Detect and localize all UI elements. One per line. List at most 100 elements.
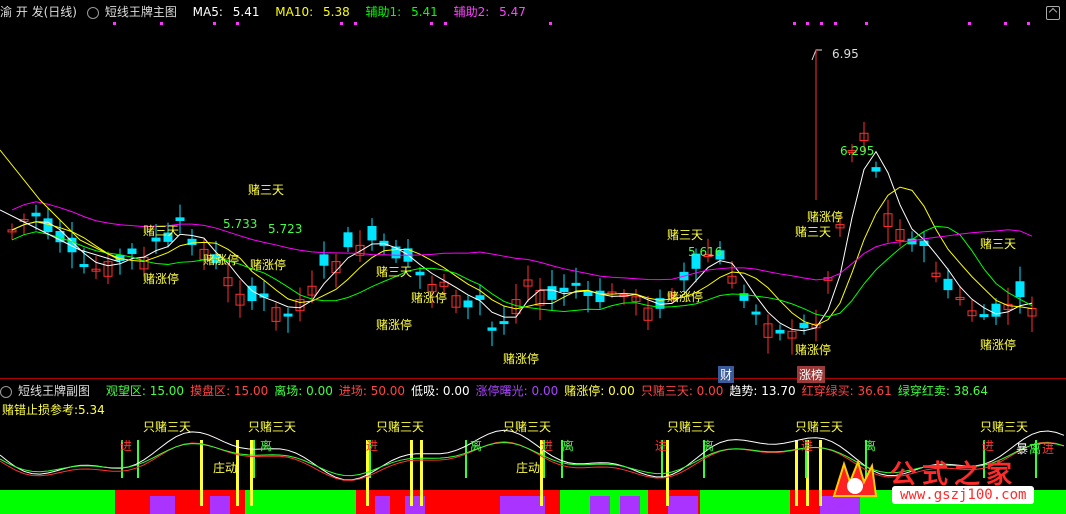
purple-zone [375,496,390,514]
yellow-signal-bar [410,440,413,506]
sub-legend-item: 涨停曙光: 0.00 [475,384,559,398]
candle-body [127,248,137,255]
price-label-second: 6.295 [840,144,875,158]
candle-body [751,311,761,315]
sub-legend-item: 进场: 50.00 [338,384,406,398]
sub-legend-item: 低吸: 0.00 [411,384,470,398]
zone-band [700,490,790,514]
candle-body [391,246,401,259]
zone-band [115,490,145,514]
bet-three-days-label: 赌三天 [376,265,413,279]
purple-zone [590,496,610,514]
bet-three-days-label: 赌三天 [667,228,704,242]
purple-zone [668,496,698,514]
purple-zone [210,496,230,514]
bet-three-days-label: 赌三天 [143,224,180,238]
signal-dot [160,22,163,25]
sub-legend-item: 赌涨停: 0.00 [564,384,635,398]
enter-signal: 进 [982,439,995,453]
signal-dot [820,22,823,25]
banker-move-label: 庄动 [213,461,238,475]
sub-legend-item: 红穿绿买: 36.61 [801,384,892,398]
bet-limit-up-label: 赌涨停 [250,258,287,272]
sub-legend-item: 离场: 0.00 [274,384,333,398]
bet-limit-up-label: 赌涨停 [411,291,448,305]
signal-dot [430,22,433,25]
enter-signal: 进 [541,439,554,453]
sub-legend-item: 摸盘区: 15.00 [190,384,269,398]
signal-dot [444,22,447,25]
candle-body [547,286,557,300]
candle-body [571,282,581,286]
leave-signal: 离 [864,439,877,453]
candle-body [499,321,509,325]
price-label-left2: 5.723 [268,222,303,236]
bet-limit-up-label: 赌涨停 [143,272,180,286]
sub-chart-header: 短线王牌副图 观望区: 15.00 摸盘区: 15.00 离场: 0.00 进场: 5… [0,381,1000,401]
candle-body [463,300,473,308]
sub-legend-item: 趋势: 13.70 [729,384,796,398]
bet-three-days-label: 赌三天 [248,183,285,197]
panel-divider[interactable] [0,378,1066,379]
signal-dot [1027,22,1030,25]
signal-dot [806,22,809,25]
bet-limit-up-label: 赌涨停 [376,318,413,332]
purple-zone [500,496,545,514]
candle-body [487,327,497,331]
candle-body [175,217,185,221]
yellow-signal-bar [250,440,253,506]
signal-dots [113,22,1030,25]
bet-limit-up-label: 赌涨停 [807,210,844,224]
zone-band [245,490,356,514]
candle-body [79,264,89,268]
site-logo-icon [832,458,878,497]
enter-signal: 进 [120,439,133,453]
bet-limit-up-label: 赌涨停 [667,290,704,304]
candle-body [31,212,41,217]
candle-body [415,271,425,276]
yellow-signal-bar [819,440,822,506]
enter-signal: 进 [801,439,814,453]
signal-dot [865,22,868,25]
candle-body [367,226,377,241]
sub-indicator-selector[interactable]: 短线王牌副图 [0,384,96,398]
signal-dot [549,22,552,25]
only-three-days-label: 只赌三天 [248,420,297,434]
only-three-days-label: 只赌三天 [795,420,844,434]
sub-legend-item: 绿穿红卖: 38.64 [897,384,989,398]
signal-dot [236,22,239,25]
candle-body [871,167,881,172]
sub-legend-item: 只赌三天: 0.00 [640,384,724,398]
enter-signal: 进 [366,439,379,453]
signal-dot [340,22,343,25]
bet-limit-up-label: 赌涨停 [795,343,832,357]
stop-loss-reference: 赌错止损参考:5.34 [2,403,105,417]
only-three-days-label: 只赌三天 [980,420,1029,434]
signal-dot [113,22,116,25]
candle-body [319,254,329,266]
price-label-left1: 5.733 [223,217,258,231]
leave-signal: 离 [470,439,483,453]
only-three-days-label: 只赌三天 [667,420,716,434]
candle-body [1015,281,1025,298]
candle-body [559,287,569,293]
leave-signal: 离 [260,439,273,453]
signal-dot [968,22,971,25]
signal-dot [354,22,357,25]
only-three-days-label: 只赌三天 [143,420,192,434]
enter-signal: 进 [655,439,668,453]
yellow-signal-bar [420,440,423,506]
yellow-signal-bar [200,440,203,506]
bet-three-days-label: 赌三天 [980,237,1017,251]
main-price-chart[interactable] [0,0,1066,514]
candle-body [979,314,989,318]
sub-indicator-name: 短线王牌副图 [18,384,91,398]
zone-band [0,490,115,514]
bet-limit-up-label: 赌涨停 [980,338,1017,352]
signal-dot [1004,22,1007,25]
site-watermark: 公式之家 www.gszj100.com [828,454,1058,510]
candle-body [799,322,809,329]
signal-dot [213,22,216,25]
leave-signal: 离 [562,439,575,453]
indicator-circle-icon[interactable] [0,385,12,398]
